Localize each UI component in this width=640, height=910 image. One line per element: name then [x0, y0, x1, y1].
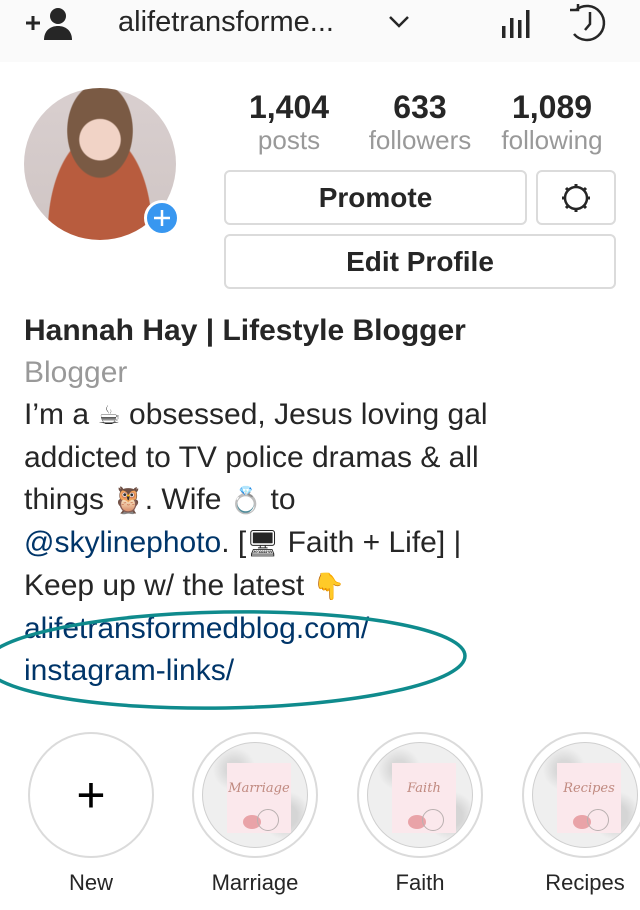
chevron-down-icon[interactable]: [388, 12, 410, 30]
coffee-emoji: ☕: [97, 401, 121, 431]
bio-text: . [: [221, 526, 247, 559]
pointing-down-emoji: 👇: [312, 572, 345, 602]
highlight-new[interactable]: + New: [26, 732, 156, 896]
stat-following[interactable]: 1,089 following: [490, 88, 614, 154]
posts-count: 1,404: [248, 89, 330, 125]
highlight-ring[interactable]: Faith: [357, 732, 483, 858]
following-count: 1,089: [511, 89, 593, 125]
bio-text: to: [262, 483, 296, 516]
plus-icon: +: [76, 767, 106, 823]
monogram-decoration: [257, 809, 279, 831]
highlight-label: Recipes: [545, 870, 625, 895]
following-label: following: [501, 125, 603, 155]
highlight-faith[interactable]: Faith Faith: [355, 732, 485, 896]
bio-text: . Wife: [144, 483, 230, 516]
gear-icon: [562, 184, 590, 212]
stat-followers[interactable]: 633 followers: [358, 88, 482, 154]
highlight-ring[interactable]: Marriage: [192, 732, 318, 858]
monogram-decoration: [587, 809, 609, 831]
posts-label: posts: [257, 125, 321, 155]
bio-text: Keep up w/ the latest: [24, 569, 313, 602]
highlight-label: New: [68, 870, 113, 895]
highlight-recipes[interactable]: Recipes Recipes: [520, 732, 640, 896]
monogram-decoration: [422, 809, 444, 831]
bio-line: Keep up w/ the latest 👇: [24, 565, 624, 608]
bio-text: I’m a: [24, 398, 98, 431]
add-story-button[interactable]: [144, 200, 180, 236]
bio-line: things 🦉. Wife 💍 to: [24, 479, 624, 522]
bio-line: addicted to TV police dramas & all: [24, 441, 479, 474]
bio-text: obsessed, Jesus loving gal: [120, 398, 488, 431]
annotation-ellipse: [0, 610, 467, 710]
highlight-label: Faith: [395, 870, 445, 895]
account-switcher[interactable]: alifetransforme...: [118, 6, 334, 39]
highlight-ring[interactable]: Recipes: [522, 732, 640, 858]
followers-count: 633: [393, 89, 447, 125]
profile-name: Hannah Hay | Lifestyle Blogger: [24, 314, 466, 347]
highlight-cover: Recipes: [532, 742, 638, 848]
promote-button[interactable]: Promote: [224, 170, 527, 225]
bio-text: things: [24, 483, 113, 516]
profile-category: Blogger: [24, 356, 128, 389]
owl-emoji: 🦉: [112, 486, 145, 516]
computer-emoji: 🖥: [246, 529, 280, 559]
highlight-cover: Faith: [367, 742, 473, 848]
highlight-marriage[interactable]: Marriage Marriage: [190, 732, 320, 896]
bio-line: I’m a ☕ obsessed, Jesus loving gal: [24, 394, 624, 437]
plus-icon: [154, 210, 170, 226]
add-user-icon[interactable]: [24, 6, 76, 42]
top-bar: alifetransforme...: [0, 0, 640, 62]
bio-line: @skylinephoto. [🖥 Faith + Life] |: [24, 522, 624, 565]
stat-posts[interactable]: 1,404 posts: [238, 88, 340, 154]
ring-emoji: 💍: [229, 486, 263, 516]
highlight-ring[interactable]: +: [28, 732, 154, 858]
insights-icon[interactable]: [498, 6, 534, 40]
highlight-cover: Marriage: [202, 742, 308, 848]
edit-profile-button[interactable]: Edit Profile: [224, 234, 616, 289]
followers-label: followers: [368, 125, 472, 155]
settings-button[interactable]: [536, 170, 616, 225]
archive-history-icon[interactable]: [566, 2, 610, 44]
highlight-label: Marriage: [211, 870, 299, 895]
mention-link[interactable]: @skylinephoto: [24, 526, 221, 559]
bio-text: Faith + Life] |: [279, 526, 462, 559]
